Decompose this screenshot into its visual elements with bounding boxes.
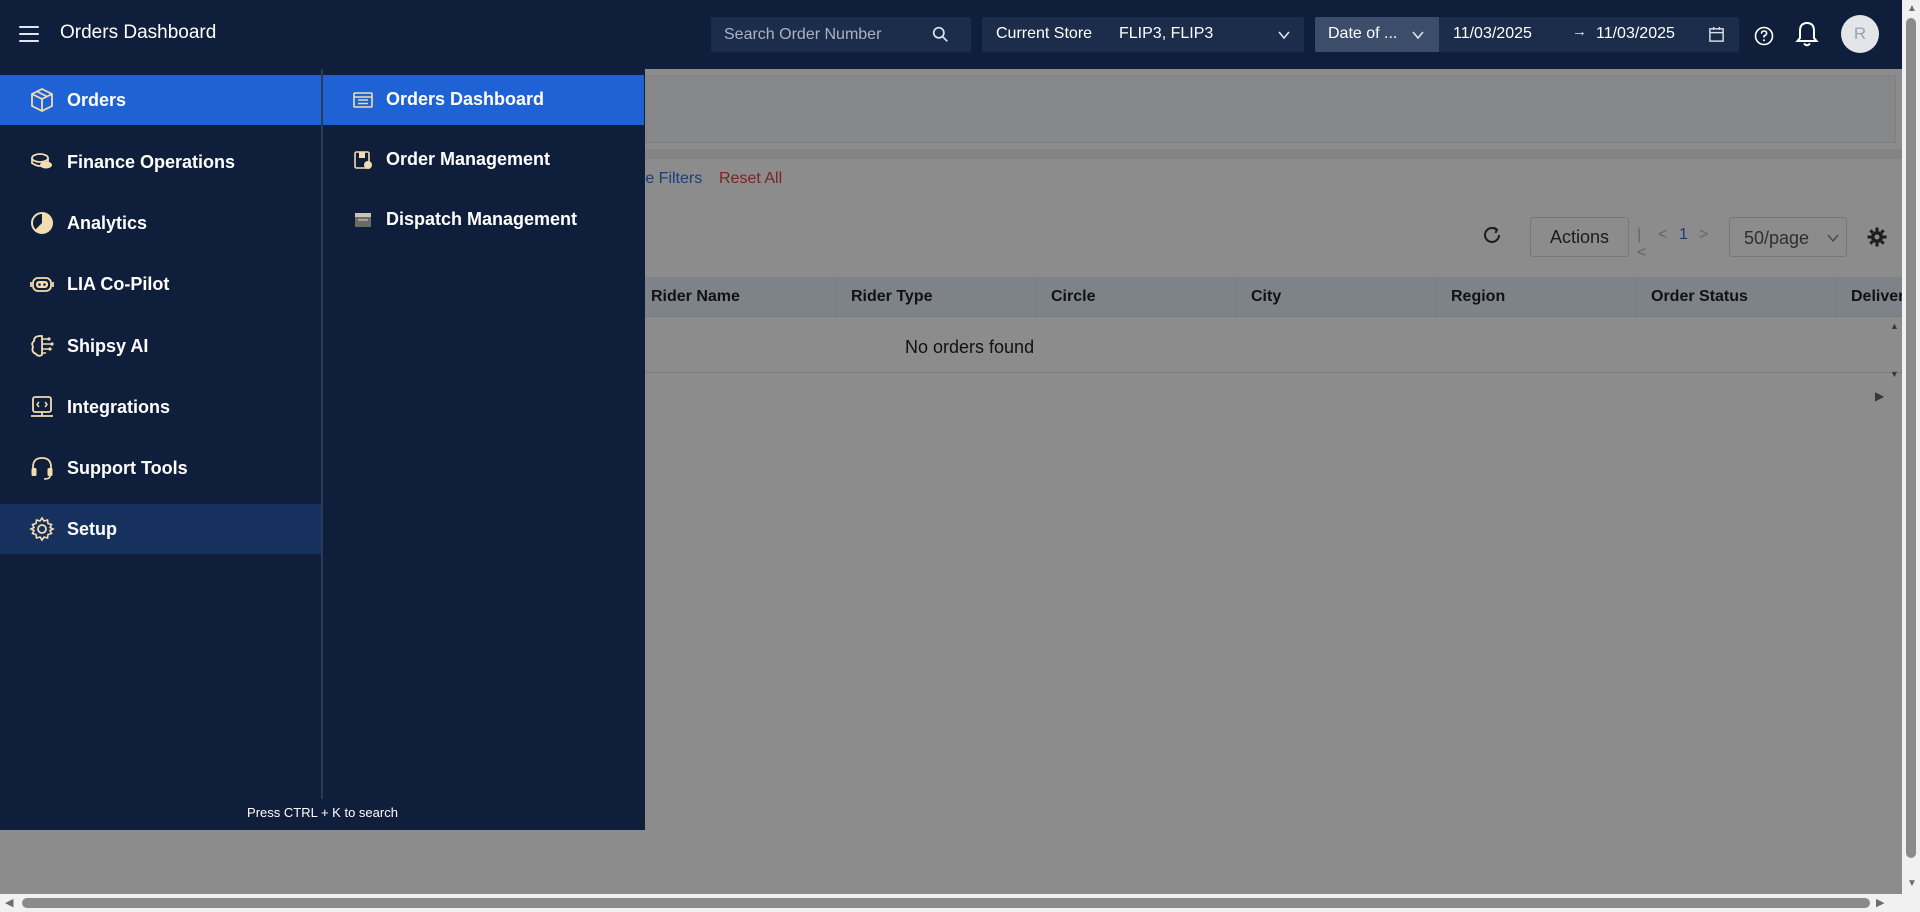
order-management-icon [354, 151, 372, 169]
current-store-select[interactable]: Current Store FLIP3, FLIP3 [982, 17, 1304, 52]
submenu-item-label: Order Management [386, 149, 551, 169]
chevron-down-icon [1278, 31, 1290, 40]
nav-item-setup[interactable]: Setup [0, 504, 321, 554]
date-from[interactable]: 11/03/2025 [1453, 25, 1532, 43]
help-icon[interactable] [1754, 26, 1774, 46]
scroll-left-icon[interactable]: ◀ [5, 896, 13, 909]
pie-chart-icon [31, 212, 53, 234]
dashboard-list-icon [353, 92, 373, 108]
store-label: Current Store [996, 25, 1093, 42]
search-shortcut-hint: Press CTRL + K to search [247, 805, 398, 820]
horizontal-scroll-thumb[interactable] [22, 898, 1870, 908]
arrow-right-icon: → [1572, 23, 1587, 40]
order-search-box[interactable] [711, 17, 971, 52]
dispatch-icon [355, 213, 371, 227]
submenu-item-label: Dispatch Management [386, 209, 578, 229]
page-vertical-scrollbar[interactable]: ▲ ▼ [1902, 0, 1920, 894]
page-title: Orders Dashboard [60, 22, 217, 43]
submenu-item-orders-dashboard[interactable]: Orders Dashboard [323, 75, 644, 125]
hamburger-menu-icon[interactable] [19, 26, 39, 42]
nav-item-label: Integrations [67, 396, 171, 417]
nav-item-integrations[interactable]: Integrations [0, 382, 321, 432]
nav-item-finance-operations[interactable]: Finance Operations [0, 137, 321, 187]
nav-item-orders[interactable]: Orders [0, 75, 321, 125]
robot-icon [30, 277, 54, 292]
nav-item-label: Shipsy AI [67, 335, 149, 356]
vertical-scroll-thumb[interactable] [1906, 18, 1916, 858]
date-to[interactable]: 11/03/2025 [1596, 25, 1675, 43]
order-search-input[interactable] [724, 25, 924, 44]
nav-item-label: Analytics [67, 212, 148, 233]
scroll-down-icon[interactable]: ▼ [1907, 878, 1917, 889]
scroll-right-icon[interactable]: ▶ [1876, 896, 1884, 909]
submenu-item-label: Orders Dashboard [386, 89, 545, 109]
scroll-up-icon[interactable]: ▲ [1907, 3, 1917, 14]
top-header: Orders Dashboard Current Store FLIP3, FL… [0, 0, 1902, 69]
navigation-menu: Orders Finance Operations Analytics LIA … [0, 69, 645, 830]
nav-item-shipsy-ai[interactable]: Shipsy AI [0, 321, 321, 371]
user-avatar[interactable]: R [1841, 15, 1879, 53]
nav-item-label: Support Tools [67, 457, 188, 478]
nav-item-label: Orders [67, 89, 127, 110]
nav-item-label: LIA Co-Pilot [67, 273, 170, 294]
submenu-item-order-management[interactable]: Order Management [323, 135, 644, 185]
date-type-label: Date of ... [1328, 25, 1398, 42]
search-icon[interactable] [932, 26, 949, 43]
bell-icon[interactable] [1795, 20, 1819, 48]
calendar-icon[interactable] [1708, 26, 1725, 43]
gear-icon [29, 516, 55, 542]
nav-item-label: Setup [67, 518, 118, 539]
date-range-picker[interactable]: 11/03/2025 → 11/03/2025 [1439, 17, 1739, 52]
page-horizontal-scrollbar[interactable]: ◀ ▶ [0, 894, 1920, 912]
nav-item-analytics[interactable]: Analytics [0, 198, 321, 248]
nav-item-support-tools[interactable]: Support Tools [0, 443, 321, 493]
store-value: FLIP3, FLIP3 [1119, 25, 1214, 42]
integration-icon [31, 396, 53, 417]
submenu-item-dispatch-management[interactable]: Dispatch Management [323, 195, 644, 245]
date-type-select[interactable]: Date of ... [1315, 17, 1439, 52]
nav-item-lia-co-pilot[interactable]: LIA Co-Pilot [0, 259, 321, 309]
chevron-down-icon [1412, 31, 1424, 40]
nav-item-label: Finance Operations [67, 151, 236, 172]
headset-icon [31, 457, 53, 480]
box-icon [31, 87, 53, 113]
ai-brain-icon [31, 335, 54, 357]
coins-icon [31, 153, 52, 169]
